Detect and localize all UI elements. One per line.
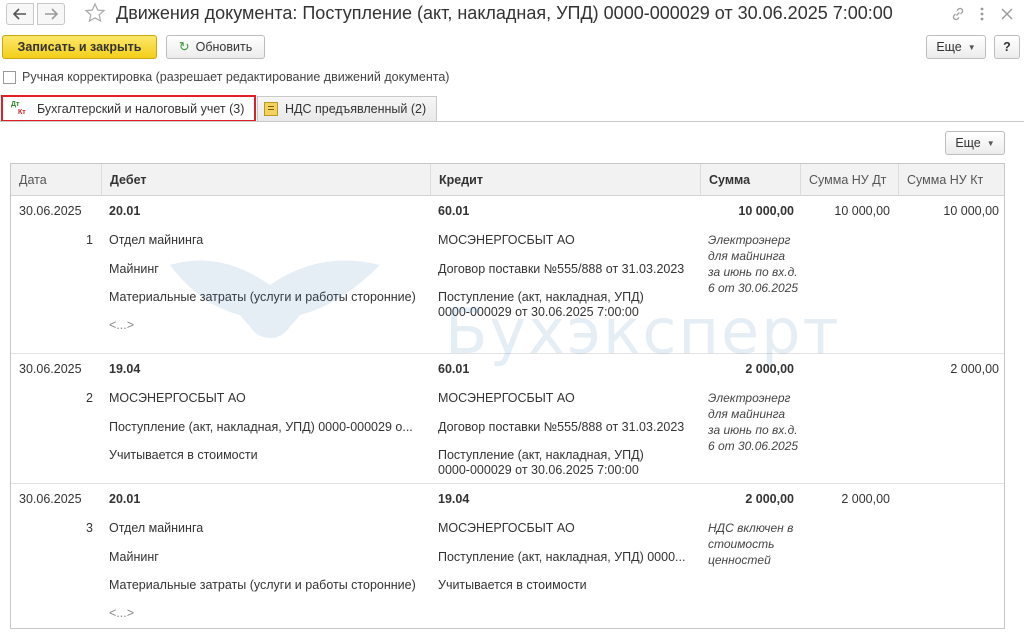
- table-row[interactable]: 30.06.2025 2 19.04 МОСЭНЕРГОСБЫТ АО Пост…: [11, 354, 1004, 484]
- row-content: Электроэнерг для майнинга за июнь по вх.…: [708, 233, 799, 295]
- row-content: Электроэнерг для майнинга за июнь по вх.…: [708, 391, 799, 453]
- close-icon[interactable]: [997, 4, 1017, 24]
- credit-subconto-3: Поступление (акт, накладная, УПД) 0000-0…: [438, 290, 644, 319]
- debit-credit-icon-dt: Дт: [11, 100, 20, 108]
- row-date: 30.06.2025: [19, 492, 82, 506]
- debit-subconto-2: Майнинг: [109, 550, 159, 564]
- row-sum: 10 000,00: [738, 204, 794, 218]
- title-bar: Движения документа: Поступление (акт, на…: [0, 0, 1024, 28]
- credit-subconto-1: МОСЭНЕРГОСБЫТ АО: [438, 391, 575, 405]
- row-sum-tax-credit: 10 000,00: [943, 204, 999, 218]
- row-sum: 2 000,00: [745, 492, 794, 506]
- save-and-close-button[interactable]: Записать и закрыть: [2, 35, 157, 59]
- credit-subconto-2: Договор поставки №555/888 от 31.03.2023: [438, 420, 685, 434]
- debit-subconto-3: Материальные затраты (услуги и работы ст…: [109, 290, 416, 304]
- debit-account: 20.01: [109, 492, 141, 506]
- arrow-left-icon: [13, 8, 26, 20]
- column-header-debit[interactable]: Дебет: [101, 164, 430, 196]
- forward-button[interactable]: [37, 3, 65, 25]
- debit-account: 20.01: [109, 204, 141, 218]
- row-content: НДС включен в стоимость ценностей: [708, 521, 794, 567]
- credit-subconto-2: Поступление (акт, накладная, УПД) 0000..…: [438, 550, 686, 564]
- tab-vat-label: НДС предъявленный (2): [285, 102, 427, 116]
- debit-credit-icon: Дт Кт: [11, 101, 31, 117]
- table-row[interactable]: 30.06.2025 1 20.01 Отдел майнинга Майнин…: [11, 196, 1004, 354]
- debit-more[interactable]: <...>: [109, 606, 134, 621]
- help-label: ?: [1003, 40, 1011, 54]
- row-sum-tax-debit: 10 000,00: [834, 204, 890, 218]
- debit-credit-icon-kt: Кт: [18, 108, 26, 116]
- row-sum-tax-debit: 2 000,00: [841, 492, 890, 506]
- table-more-label: Еще: [955, 136, 981, 150]
- credit-subconto-2: Договор поставки №555/888 от 31.03.2023: [438, 262, 685, 276]
- row-date: 30.06.2025: [19, 362, 82, 376]
- table-row[interactable]: 30.06.2025 3 20.01 Отдел майнинга Майнин…: [11, 484, 1004, 628]
- credit-account: 60.01: [438, 362, 470, 376]
- debit-account: 19.04: [109, 362, 141, 376]
- table-header: Дата Дебет Кредит Сумма Сумма НУ Дт Сумм…: [11, 164, 1004, 196]
- debit-subconto-2: Поступление (акт, накладная, УПД) 0000-0…: [109, 420, 413, 434]
- credit-subconto-1: МОСЭНЕРГОСБЫТ АО: [438, 233, 575, 247]
- credit-subconto-1: МОСЭНЕРГОСБЫТ АО: [438, 521, 575, 535]
- more-vertical-icon[interactable]: [972, 4, 992, 24]
- credit-subconto-3: Учитывается в стоимости: [438, 578, 587, 592]
- row-number: 1: [86, 233, 93, 247]
- register-icon: [264, 102, 278, 116]
- tab-accounting-label: Бухгалтерский и налоговый учет (3): [37, 101, 245, 116]
- star-icon[interactable]: [84, 2, 106, 24]
- manual-edit-checkbox[interactable]: [3, 70, 16, 84]
- save-and-close-label: Записать и закрыть: [17, 40, 142, 54]
- arrow-right-icon: [45, 8, 58, 20]
- row-number: 2: [86, 391, 93, 405]
- column-header-date[interactable]: Дата: [11, 164, 101, 196]
- credit-account: 60.01: [438, 204, 470, 218]
- debit-subconto-1: Отдел майнинга: [109, 233, 204, 247]
- link-icon[interactable]: [948, 4, 968, 24]
- table-more-menu-button[interactable]: Еще ▼: [945, 131, 1005, 155]
- more-menu-button[interactable]: Еще ▼: [926, 35, 986, 59]
- column-header-sum-tax-credit[interactable]: Сумма НУ Кт: [898, 164, 1004, 196]
- back-button[interactable]: [6, 3, 34, 25]
- debit-subconto-3: Материальные затраты (услуги и работы ст…: [109, 578, 416, 592]
- debit-more[interactable]: <...>: [109, 318, 134, 333]
- row-sum-tax-credit: 2 000,00: [950, 362, 999, 376]
- refresh-icon: ↻: [178, 39, 190, 54]
- refresh-label: Обновить: [195, 40, 253, 54]
- refresh-button[interactable]: ↻ Обновить: [166, 35, 265, 59]
- debit-subconto-3: Учитывается в стоимости: [109, 448, 258, 462]
- credit-subconto-3: Поступление (акт, накладная, УПД) 0000-0…: [438, 448, 644, 477]
- debit-subconto-2: Майнинг: [109, 262, 159, 276]
- credit-account: 19.04: [438, 492, 470, 506]
- tab-accounting[interactable]: Дт Кт Бухгалтерский и налоговый учет (3): [1, 95, 256, 122]
- help-button[interactable]: ?: [994, 35, 1020, 59]
- row-number: 3: [86, 521, 93, 535]
- manual-edit-label: Ручная корректировка (разрешает редактир…: [22, 70, 450, 84]
- more-label: Еще: [936, 40, 962, 54]
- chevron-down-icon: ▼: [967, 42, 976, 52]
- debit-subconto-1: Отдел майнинга: [109, 521, 204, 535]
- movements-table[interactable]: Дата Дебет Кредит Сумма Сумма НУ Дт Сумм…: [10, 163, 1005, 629]
- tab-vat[interactable]: НДС предъявленный (2): [257, 96, 437, 121]
- column-header-credit[interactable]: Кредит: [430, 164, 700, 196]
- row-sum: 2 000,00: [745, 362, 794, 376]
- row-date: 30.06.2025: [19, 204, 82, 218]
- chevron-down-icon: ▼: [986, 138, 995, 148]
- debit-subconto-1: МОСЭНЕРГОСБЫТ АО: [109, 391, 246, 405]
- manual-edit-row[interactable]: Ручная корректировка (разрешает редактир…: [3, 68, 449, 86]
- column-header-sum-tax-debit[interactable]: Сумма НУ Дт: [800, 164, 898, 196]
- page-title: Движения документа: Поступление (акт, на…: [116, 3, 893, 23]
- column-header-sum[interactable]: Сумма: [700, 164, 800, 196]
